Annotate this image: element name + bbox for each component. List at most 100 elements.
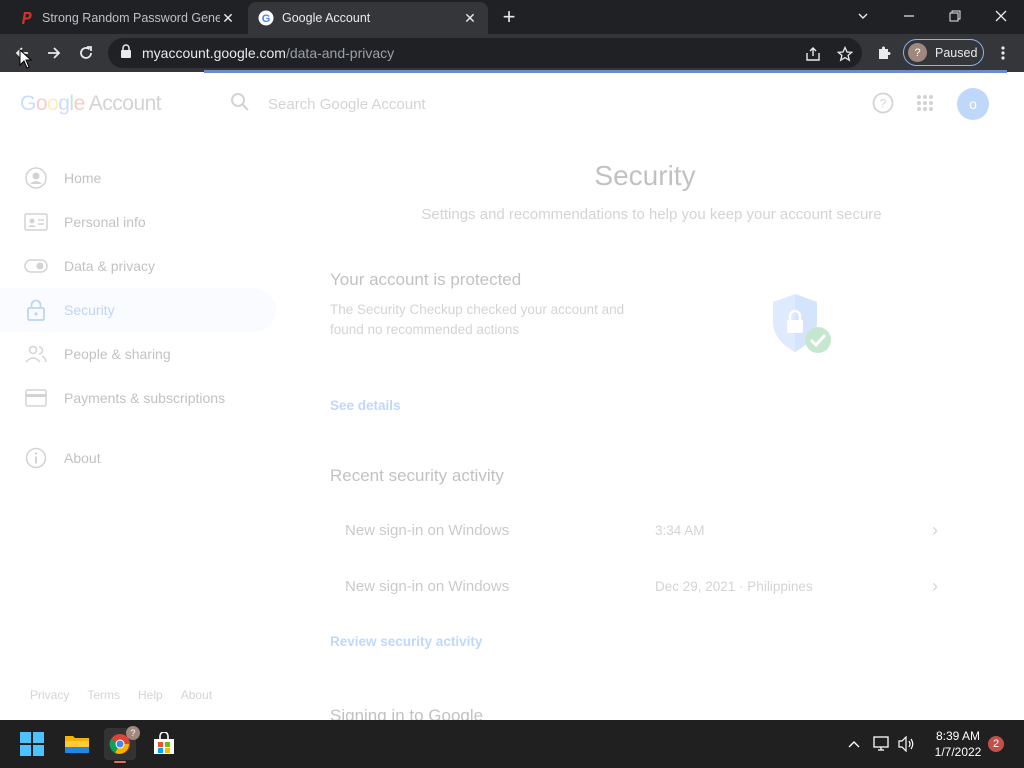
activity-detail: 3:34 AM xyxy=(655,522,705,538)
main-content: Security Settings and recommendations to… xyxy=(300,156,990,720)
footer-link-help[interactable]: Help xyxy=(138,688,163,702)
chevron-right-icon: › xyxy=(932,575,938,596)
windows-taskbar: ? 8:39 AM 1/7/2022 2 xyxy=(0,720,1024,768)
tab-strip: Strong Random Password Genera ✕ G Google… xyxy=(0,0,1024,34)
close-window-button[interactable] xyxy=(978,0,1024,32)
sidebar-item-security[interactable]: Security xyxy=(0,288,276,332)
account-label: Account xyxy=(88,92,162,115)
recent-activity-title: Recent security activity xyxy=(330,466,504,485)
share-icon[interactable] xyxy=(804,45,822,63)
url-text: myaccount.google.com/data-and-privacy xyxy=(142,45,395,61)
volume-icon[interactable] xyxy=(892,728,920,760)
bookmark-star-icon[interactable] xyxy=(836,45,854,63)
sidebar-item-people-sharing[interactable]: People & sharing xyxy=(0,332,276,376)
activity-title: New sign-in on Windows xyxy=(345,521,510,539)
page-subtitle: Settings and recommendations to help you… xyxy=(421,206,882,223)
sidebar-item-label: Payments & subscriptions xyxy=(64,390,226,406)
activity-row[interactable]: New sign-in on Windows 3:34 AM › xyxy=(345,502,945,558)
microsoft-store-icon[interactable] xyxy=(148,728,180,760)
chevron-up-icon[interactable] xyxy=(838,728,870,760)
reload-button[interactable] xyxy=(72,39,100,67)
credit-card-icon xyxy=(24,386,48,410)
tab-title: Strong Random Password Genera xyxy=(42,11,220,25)
tab-title: Google Account xyxy=(282,11,371,25)
id-card-icon xyxy=(24,210,48,234)
windows-start-icon[interactable] xyxy=(16,728,48,760)
see-details-link[interactable]: See details xyxy=(330,398,960,413)
search-icon xyxy=(230,92,250,117)
clock-time: 8:39 AM xyxy=(935,729,981,743)
profile-avatar: ? xyxy=(908,43,927,62)
signing-in-section: Signing in to Google xyxy=(330,706,960,720)
side-navigation: Home Personal info Data & privacy Securi… xyxy=(0,156,276,480)
sidebar-item-data-privacy[interactable]: Data & privacy xyxy=(0,244,276,288)
search-bar[interactable]: Search Google Account xyxy=(230,86,850,122)
sidebar-item-label: About xyxy=(64,450,101,466)
more-menu-icon[interactable] xyxy=(989,39,1017,67)
close-tab-icon[interactable]: ✕ xyxy=(220,10,236,26)
toggle-icon xyxy=(24,254,48,278)
search-placeholder: Search Google Account xyxy=(268,95,426,113)
svg-text:?: ? xyxy=(880,97,887,111)
chrome-taskbar-icon[interactable]: ? xyxy=(104,726,140,763)
footer-link-about[interactable]: About xyxy=(181,688,212,702)
restore-button[interactable] xyxy=(932,0,978,32)
shield-check-icon xyxy=(770,292,836,363)
clock-date: 1/7/2022 xyxy=(934,745,982,759)
close-tab-icon[interactable]: ✕ xyxy=(462,10,478,26)
system-clock[interactable]: 8:39 AM 1/7/2022 xyxy=(928,728,988,760)
sidebar-item-label: Data & privacy xyxy=(64,258,156,274)
account-protected-card: Your account is protected The Security C… xyxy=(330,270,960,413)
sidebar-item-home[interactable]: Home xyxy=(0,156,276,200)
info-icon xyxy=(24,446,48,470)
sidebar-item-personal-info[interactable]: Personal info xyxy=(0,200,276,244)
sidebar-item-label: Home xyxy=(64,170,102,186)
forward-button[interactable] xyxy=(40,39,68,67)
profile-button[interactable]: ? Paused xyxy=(903,39,984,66)
sidebar-item-payments[interactable]: Payments & subscriptions xyxy=(0,376,276,420)
tab-password-generator[interactable]: Strong Random Password Genera ✕ xyxy=(8,2,246,34)
google-account-logo[interactable]: Google Account xyxy=(20,92,162,116)
active-app-indicator xyxy=(114,761,126,763)
chrome-profile-badge: ? xyxy=(126,726,140,740)
password-generator-icon xyxy=(18,10,34,26)
section-title: Signing in to Google xyxy=(330,706,484,720)
svg-text:G: G xyxy=(262,13,271,25)
file-explorer-icon[interactable] xyxy=(61,728,93,760)
activity-row[interactable]: New sign-in on Windows Dec 29, 2021 · Ph… xyxy=(345,558,945,614)
home-icon xyxy=(24,166,48,190)
account-header: Google Account Search Google Account ? o xyxy=(0,72,1024,136)
people-icon xyxy=(24,342,48,366)
minimize-button[interactable] xyxy=(886,0,932,32)
footer-link-privacy[interactable]: Privacy xyxy=(30,688,69,702)
apps-grid-icon[interactable] xyxy=(913,91,937,115)
sidebar-item-label: People & sharing xyxy=(64,346,171,362)
extensions-puzzle-icon[interactable] xyxy=(870,39,898,67)
lock-icon xyxy=(24,298,48,322)
review-security-activity-link[interactable]: Review security activity xyxy=(330,634,960,649)
browser-toolbar: myaccount.google.com/data-and-privacy ? … xyxy=(0,34,1024,72)
account-avatar[interactable]: o xyxy=(957,88,989,120)
chevron-right-icon: › xyxy=(932,519,938,540)
sidebar-item-label: Personal info xyxy=(64,214,146,230)
lock-icon[interactable] xyxy=(120,43,132,63)
page-load-progress-bar xyxy=(204,70,1007,73)
google-wordmark: Google xyxy=(20,92,85,115)
address-bar[interactable]: myaccount.google.com/data-and-privacy xyxy=(108,38,862,68)
tab-google-account[interactable]: G Google Account ✕ xyxy=(248,2,488,34)
notification-badge[interactable]: 2 xyxy=(988,736,1004,752)
activity-detail: Dec 29, 2021 · Philippines xyxy=(655,578,813,594)
profile-status: Paused xyxy=(935,45,978,60)
google-g-icon: G xyxy=(258,10,274,26)
card-description: The Security Checkup checked your accoun… xyxy=(330,302,625,337)
new-tab-button[interactable]: + xyxy=(498,6,520,28)
review-activity-wrap: Review security activity xyxy=(330,634,960,649)
web-page: Google Account Search Google Account ? o … xyxy=(0,72,1024,720)
sidebar-item-label: Security xyxy=(64,302,115,318)
sidebar-item-about[interactable]: About xyxy=(0,436,276,480)
tab-search-button[interactable] xyxy=(840,0,886,32)
help-icon[interactable]: ? xyxy=(871,91,895,115)
footer-links: Privacy Terms Help About xyxy=(30,688,212,702)
activity-title: New sign-in on Windows xyxy=(345,577,510,595)
footer-link-terms[interactable]: Terms xyxy=(87,688,120,702)
